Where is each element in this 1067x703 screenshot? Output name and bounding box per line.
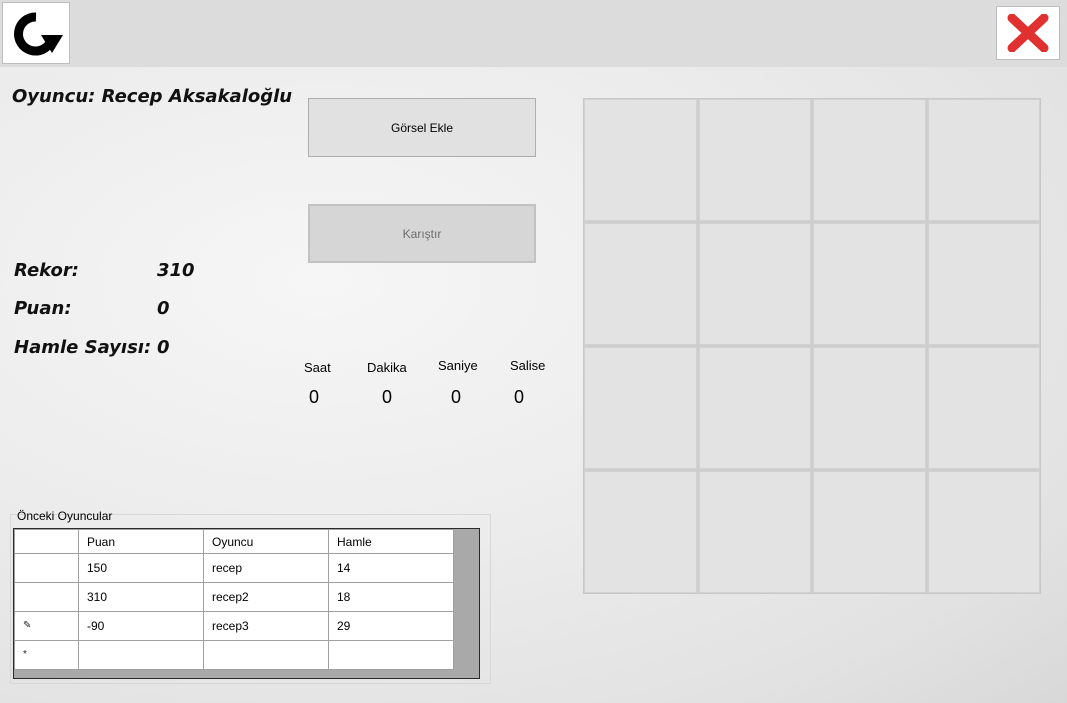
- puzzle-tile[interactable]: [698, 347, 811, 469]
- row-header[interactable]: *: [14, 640, 79, 670]
- cell-puan[interactable]: [78, 640, 204, 670]
- minutes-label: Dakika: [367, 360, 407, 375]
- score-value: 0: [157, 298, 170, 319]
- hours-label: Saat: [304, 360, 331, 375]
- puzzle-tile[interactable]: [813, 347, 926, 469]
- seconds-value: 0: [451, 387, 462, 407]
- row-header[interactable]: ✎: [14, 611, 79, 641]
- cell-puan[interactable]: 150: [78, 553, 204, 583]
- cell-hamle[interactable]: 18: [328, 582, 454, 612]
- puzzle-tile[interactable]: [813, 471, 926, 593]
- add-image-button[interactable]: Görsel Ekle: [308, 98, 536, 157]
- record-label: Rekor:: [14, 260, 79, 281]
- moves-value: 0: [157, 337, 170, 358]
- table-row-new[interactable]: *: [14, 640, 454, 670]
- record-value: 310: [157, 260, 195, 281]
- previous-players-title: Önceki Oyuncular: [17, 509, 113, 523]
- new-row-icon: *: [23, 649, 27, 660]
- row-header[interactable]: [14, 582, 79, 612]
- cell-oyuncu[interactable]: recep: [203, 553, 329, 583]
- column-header-oyuncu[interactable]: Oyuncu: [203, 529, 329, 554]
- row-header[interactable]: [14, 553, 79, 583]
- cell-puan[interactable]: 310: [78, 582, 204, 612]
- player-name: Oyuncu: Recep Aksakaloğlu: [12, 86, 293, 107]
- centis-label: Salise: [510, 358, 546, 373]
- puzzle-tile[interactable]: [927, 99, 1040, 221]
- puzzle-tile[interactable]: [584, 223, 697, 345]
- title-bar: [0, 0, 1067, 67]
- table-row[interactable]: 310 recep2 18: [14, 582, 454, 612]
- puzzle-tile[interactable]: [698, 99, 811, 221]
- cell-oyuncu[interactable]: recep3: [203, 611, 329, 641]
- puzzle-tile[interactable]: [584, 99, 697, 221]
- puzzle-tile[interactable]: [927, 471, 1040, 593]
- close-icon: [1007, 14, 1049, 52]
- score-label: Puan:: [14, 298, 72, 319]
- puzzle-tile[interactable]: [584, 471, 697, 593]
- centis-value: 0: [514, 387, 525, 407]
- column-header-puan[interactable]: Puan: [78, 529, 204, 554]
- minutes-value: 0: [382, 387, 393, 407]
- puzzle-tile[interactable]: [584, 347, 697, 469]
- column-header-hamle[interactable]: Hamle: [328, 529, 454, 554]
- table-row[interactable]: 150 recep 14: [14, 553, 454, 583]
- refresh-icon: [14, 12, 63, 56]
- puzzle-tile[interactable]: [813, 223, 926, 345]
- cell-hamle[interactable]: [328, 640, 454, 670]
- puzzle-tile[interactable]: [927, 223, 1040, 345]
- seconds-label: Saniye: [438, 358, 478, 373]
- puzzle-grid: [583, 98, 1041, 594]
- edit-pencil-icon: ✎: [23, 620, 32, 631]
- cell-oyuncu[interactable]: recep2: [203, 582, 329, 612]
- table-row[interactable]: ✎ -90 recep3 29: [14, 611, 454, 641]
- previous-players-table[interactable]: Puan Oyuncu Hamle 150 recep 14 310 recep…: [13, 528, 480, 679]
- close-button[interactable]: [996, 6, 1060, 60]
- puzzle-tile[interactable]: [698, 223, 811, 345]
- moves-label: Hamle Sayısı:: [14, 337, 152, 358]
- cell-puan[interactable]: -90: [78, 611, 204, 641]
- row-header-corner: [14, 529, 79, 554]
- puzzle-tile[interactable]: [927, 347, 1040, 469]
- puzzle-tile[interactable]: [698, 471, 811, 593]
- cell-hamle[interactable]: 29: [328, 611, 454, 641]
- refresh-button[interactable]: [2, 2, 70, 64]
- puzzle-tile[interactable]: [813, 99, 926, 221]
- cell-hamle[interactable]: 14: [328, 553, 454, 583]
- shuffle-button[interactable]: Karıştır: [308, 204, 536, 263]
- table-header-row: Puan Oyuncu Hamle: [14, 529, 454, 554]
- cell-oyuncu[interactable]: [203, 640, 329, 670]
- hours-value: 0: [309, 387, 320, 407]
